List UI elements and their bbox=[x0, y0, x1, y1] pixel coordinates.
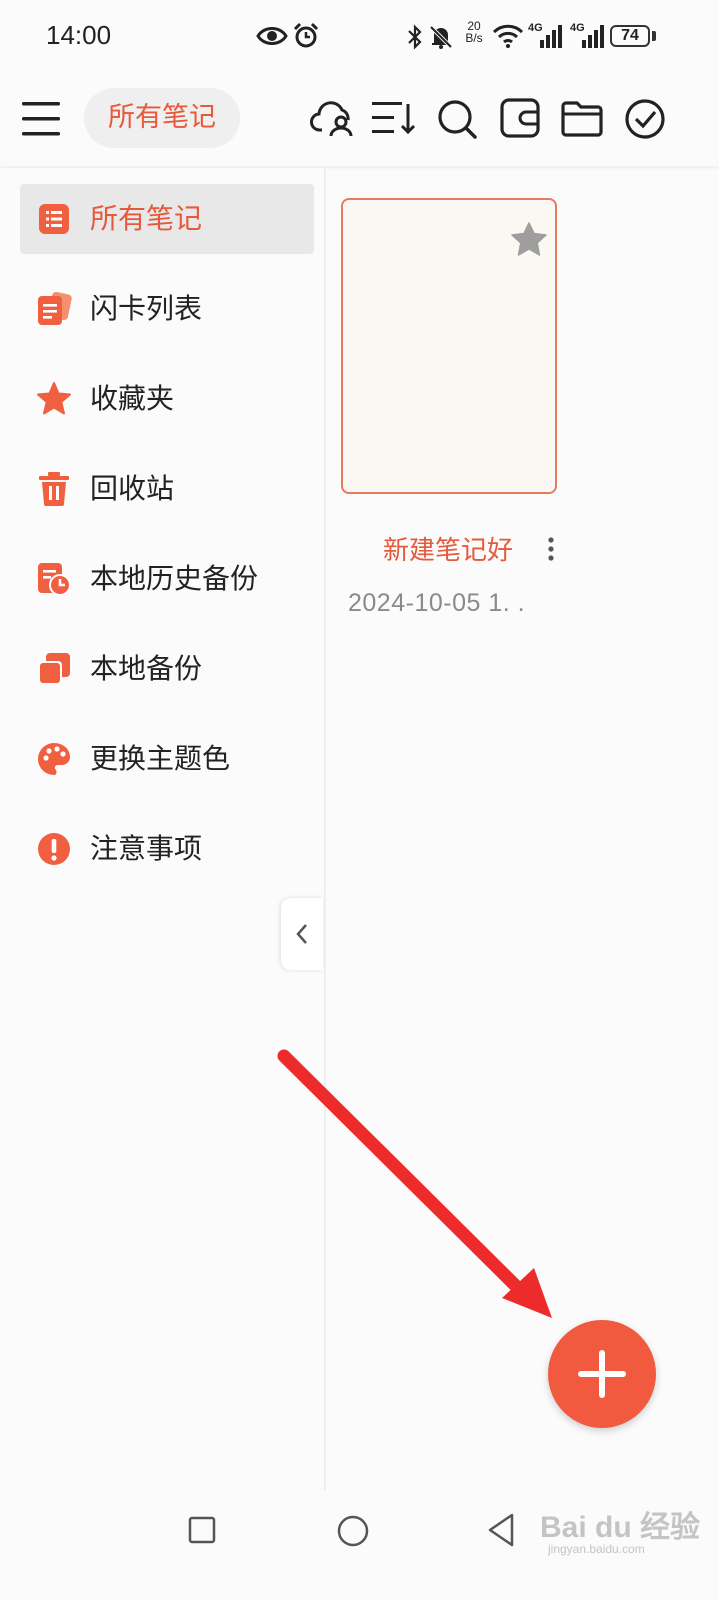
plus-icon bbox=[578, 1350, 626, 1398]
watermark-subtext: jingyan.baidu.com bbox=[548, 1542, 645, 1556]
app-screen: 14:00 20 B/s 4G 4G 74 所有笔记 所有笔记 闪卡列表 收藏夹… bbox=[0, 0, 719, 1600]
home-icon[interactable] bbox=[336, 1514, 370, 1548]
recents-icon[interactable] bbox=[188, 1516, 216, 1544]
back-icon[interactable] bbox=[486, 1512, 516, 1548]
watermark-text: Bai du 经验 bbox=[540, 1511, 701, 1544]
add-note-button[interactable] bbox=[548, 1320, 656, 1428]
